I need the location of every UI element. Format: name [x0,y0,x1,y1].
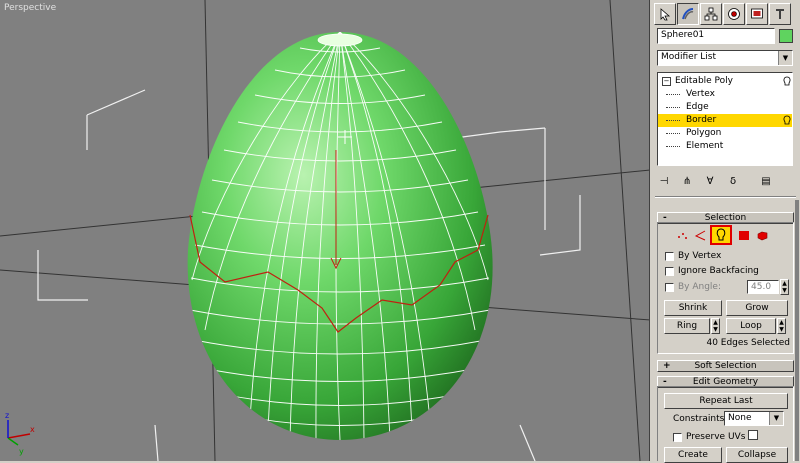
stack-item-label: Edge [686,102,709,112]
by-vertex-checkbox[interactable]: By Vertex [665,250,721,262]
stack-toolbar: ⊣ ⋔ ∀ ẟ ▤ [657,172,793,190]
constraints-label: Constraints: [673,414,728,424]
stack-item-label: Vertex [686,89,715,99]
stack-item-label: Border [686,115,717,125]
checkbox-label: By Angle: [678,282,722,292]
stack-item-editable-poly[interactable]: − Editable Poly [658,75,792,88]
border-subobject-icon [783,115,791,125]
make-unique-icon[interactable]: ∀ [703,174,717,188]
stack-item-border[interactable]: Border [658,114,792,127]
angle-value-field[interactable]: 45.0 [747,280,779,294]
rollout-title: Soft Selection [694,361,757,371]
hierarchy-icon [704,7,718,21]
repeat-last-button[interactable]: Repeat Last [664,393,788,409]
grow-button[interactable]: Grow [726,300,788,316]
by-angle-checkbox[interactable]: By Angle: [665,281,721,293]
loop-spinner[interactable]: ▲ ▼ [777,318,786,334]
configure-sets-icon[interactable]: ▤ [759,174,773,188]
perspective-viewport[interactable]: z x y Perspective [0,0,650,461]
element-subobject-icon[interactable] [755,228,769,242]
viewport-scene[interactable]: z x y [0,0,650,461]
viewport-label[interactable]: Perspective [4,3,56,13]
loop-button[interactable]: Loop [726,318,776,334]
ring-button[interactable]: Ring [664,318,710,334]
command-panel-tabs [654,3,797,25]
show-end-result-icon[interactable]: ⋔ [680,174,694,188]
checkbox-label: Ignore Backfacing [678,266,759,276]
motion-tab[interactable] [723,3,745,25]
checkbox-label: By Vertex [678,251,722,261]
chevron-down-icon: ▼ [769,412,783,425]
motion-icon [728,8,740,20]
preserve-uvs-settings-icon[interactable] [748,430,758,440]
edge-subobject-icon[interactable] [693,228,707,242]
stack-item-label: Polygon [686,128,722,138]
remove-modifier-icon[interactable]: ẟ [726,174,740,188]
axis-y-label: y [19,447,24,456]
modifier-list-dropdown[interactable]: Modifier List ▼ [657,50,793,66]
modifier-list-label: Modifier List [661,52,716,62]
utilities-tab[interactable] [769,3,791,25]
display-tab[interactable] [746,3,768,25]
command-panel: Sphere01 Modifier List ▼ − Editable Poly… [651,0,800,463]
create-tab[interactable] [654,3,676,25]
constraints-value: None [728,413,752,423]
stack-item-polygon[interactable]: Polygon [658,127,792,140]
stack-item-element[interactable]: Element [658,140,792,153]
border-subobject-button[interactable] [710,225,732,245]
collapse-minus-icon[interactable]: − [662,77,671,86]
display-icon [751,8,763,19]
checkbox-box[interactable] [673,432,682,442]
divider [655,196,796,198]
object-color-swatch[interactable] [779,29,793,43]
checkbox-label: Preserve UVs [686,432,746,442]
constraints-dropdown[interactable]: None ▼ [724,411,784,426]
stack-item-edge[interactable]: Edge [658,101,792,114]
preserve-uvs-checkbox[interactable]: Preserve UVs [673,431,745,443]
checkbox-box[interactable] [665,282,674,292]
modifier-stack[interactable]: − Editable Poly Vertex Edge Border Polyg… [657,72,793,166]
checkbox-box[interactable] [665,251,674,261]
polygon-subobject-icon[interactable] [737,228,751,242]
modify-icon [682,8,694,20]
axis-x-label: x [30,425,35,434]
sphere-mesh[interactable] [187,32,493,440]
ignore-backfacing-checkbox[interactable]: Ignore Backfacing [665,265,759,277]
stack-item-label: Element [686,141,724,151]
modify-tab[interactable] [677,3,699,25]
selection-status: 40 Edges Selected [706,338,790,348]
subobject-lightbulb-icon [783,76,791,86]
angle-spinner[interactable]: ▲ ▼ [780,279,789,295]
axis-z-label: z [5,411,9,420]
create-icon [660,8,671,21]
stack-item-vertex[interactable]: Vertex [658,88,792,101]
object-name-input[interactable]: Sphere01 [657,28,775,44]
border-icon [716,228,726,241]
chevron-down-icon: ▼ [778,51,792,65]
checkbox-box[interactable] [665,266,674,276]
ring-spinner[interactable]: ▲ ▼ [711,318,720,334]
shrink-button[interactable]: Shrink [664,300,722,316]
soft-selection-rollout-header[interactable]: + Soft Selection [657,360,794,372]
stack-item-label: Editable Poly [675,76,733,86]
pin-stack-icon[interactable]: ⊣ [657,174,671,188]
panel-scrollbar[interactable] [795,200,799,461]
utilities-icon [776,9,784,19]
axis-tripod [7,420,31,446]
expand-plus-icon: + [663,361,671,371]
vertex-subobject-icon[interactable] [675,228,689,242]
hierarchy-tab[interactable] [700,3,722,25]
